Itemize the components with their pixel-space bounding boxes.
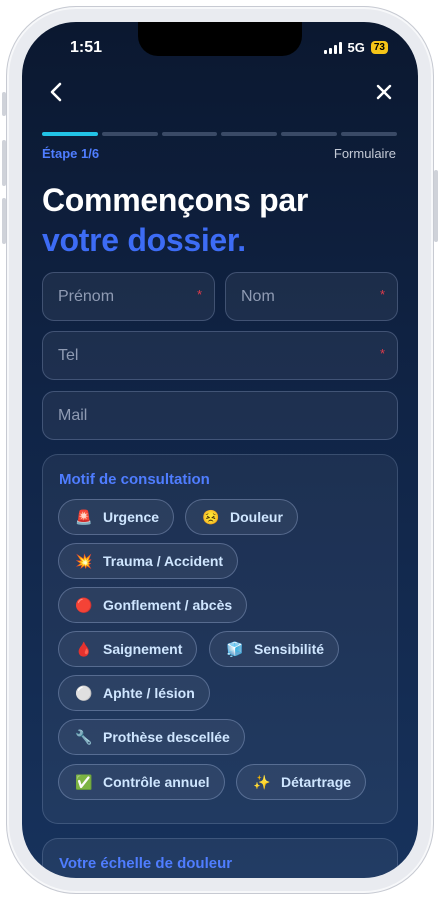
chip-label: Trauma / Accident — [103, 553, 224, 569]
chip-urgence[interactable]: 🚨 Urgence — [58, 499, 175, 535]
status-indicators: 5G 73 — [323, 40, 388, 55]
chip-gonflement[interactable]: 🔴 Gonflement / abcès — [58, 587, 248, 623]
tel-placeholder: Tel — [58, 346, 79, 364]
nom-placeholder: Nom — [241, 287, 275, 305]
progress-segment — [221, 132, 278, 136]
page-title-accent: votre dossier. — [42, 222, 246, 258]
chip-controle[interactable]: ✅ Contrôle annuel — [58, 764, 225, 800]
step-label: Étape 1/6 — [42, 146, 100, 161]
ice-cube-icon: 🧊 — [226, 640, 244, 657]
wrench-icon: 🔧 — [75, 728, 93, 745]
signal-icon — [323, 41, 342, 54]
progress-segment — [42, 132, 98, 136]
chip-label: Urgence — [103, 509, 160, 525]
chip-label: Gonflement / abcès — [103, 597, 233, 613]
chip-label: Prothèse descellée — [103, 729, 230, 745]
chip-label: Sensibilité — [254, 641, 325, 657]
status-time: 1:51 — [70, 39, 103, 56]
phone-volume-down — [2, 198, 6, 244]
phone-power-button — [434, 170, 438, 242]
dynamic-island — [138, 22, 302, 56]
progress-segment — [161, 132, 218, 136]
blood-drop-icon: 🩸 — [75, 640, 93, 657]
motif-title: Motif de consultation — [59, 471, 210, 488]
check-mark-icon: ✅ — [75, 773, 93, 790]
chip-detartrage[interactable]: ✨ Détartrage — [236, 764, 367, 800]
nom-field[interactable]: Nom * — [225, 272, 398, 321]
required-marker: * — [379, 346, 385, 361]
chip-sensibilite[interactable]: 🧊 Sensibilité — [209, 631, 340, 667]
close-icon — [376, 84, 392, 100]
chip-douleur[interactable]: 😣 Douleur — [185, 499, 298, 535]
chip-label: Détartrage — [281, 774, 352, 790]
mail-placeholder: Mail — [58, 406, 88, 424]
chip-trauma[interactable]: 💥 Trauma / Accident — [58, 543, 239, 579]
persevering-face-icon: 😣 — [202, 508, 220, 525]
progress-segment — [281, 132, 338, 136]
chip-label: Aphte / lésion — [103, 685, 195, 701]
red-circle-icon: 🔴 — [75, 596, 93, 613]
battery-level: 73 — [373, 42, 385, 53]
tel-field[interactable]: Tel * — [42, 331, 398, 380]
close-button[interactable] — [370, 78, 398, 106]
required-marker: * — [196, 287, 202, 302]
required-marker: * — [379, 287, 385, 302]
chip-label: Contrôle annuel — [103, 774, 210, 790]
step-section-label: Formulaire — [333, 146, 396, 161]
white-circle-icon: ⚪ — [75, 684, 93, 701]
pain-scale-card: Votre échelle de douleur — [42, 838, 398, 878]
app-screen: 1:51 5G 73 Étape 1/6 Formulaire Commenço… — [22, 22, 418, 878]
motif-card: Motif de consultation 🚨 Urgence 😣 Douleu… — [42, 454, 398, 824]
prenom-field[interactable]: Prénom * — [42, 272, 215, 321]
back-button[interactable] — [44, 78, 68, 106]
chip-aphte[interactable]: ⚪ Aphte / lésion — [58, 675, 210, 711]
siren-icon: 🚨 — [75, 508, 93, 525]
pain-scale-title: Votre échelle de douleur — [59, 855, 233, 872]
sparkles-icon: ✨ — [253, 773, 271, 790]
battery-icon: 73 — [370, 41, 388, 54]
mail-field[interactable]: Mail — [42, 391, 398, 440]
progress-segment — [341, 132, 397, 136]
chip-prothese[interactable]: 🔧 Prothèse descellée — [58, 719, 245, 755]
chip-label: Saignement — [103, 641, 183, 657]
phone-side-button — [2, 92, 6, 116]
chip-saignement[interactable]: 🩸 Saignement — [58, 631, 198, 667]
collision-icon: 💥 — [75, 552, 93, 569]
chevron-left-icon — [50, 82, 62, 102]
page-title: Commençons par — [42, 182, 309, 218]
step-progress-bar — [42, 132, 397, 136]
network-label: 5G — [347, 40, 365, 55]
chip-label: Douleur — [230, 509, 283, 525]
progress-segment — [101, 132, 158, 136]
phone-volume-up — [2, 140, 6, 186]
prenom-placeholder: Prénom — [58, 287, 115, 305]
